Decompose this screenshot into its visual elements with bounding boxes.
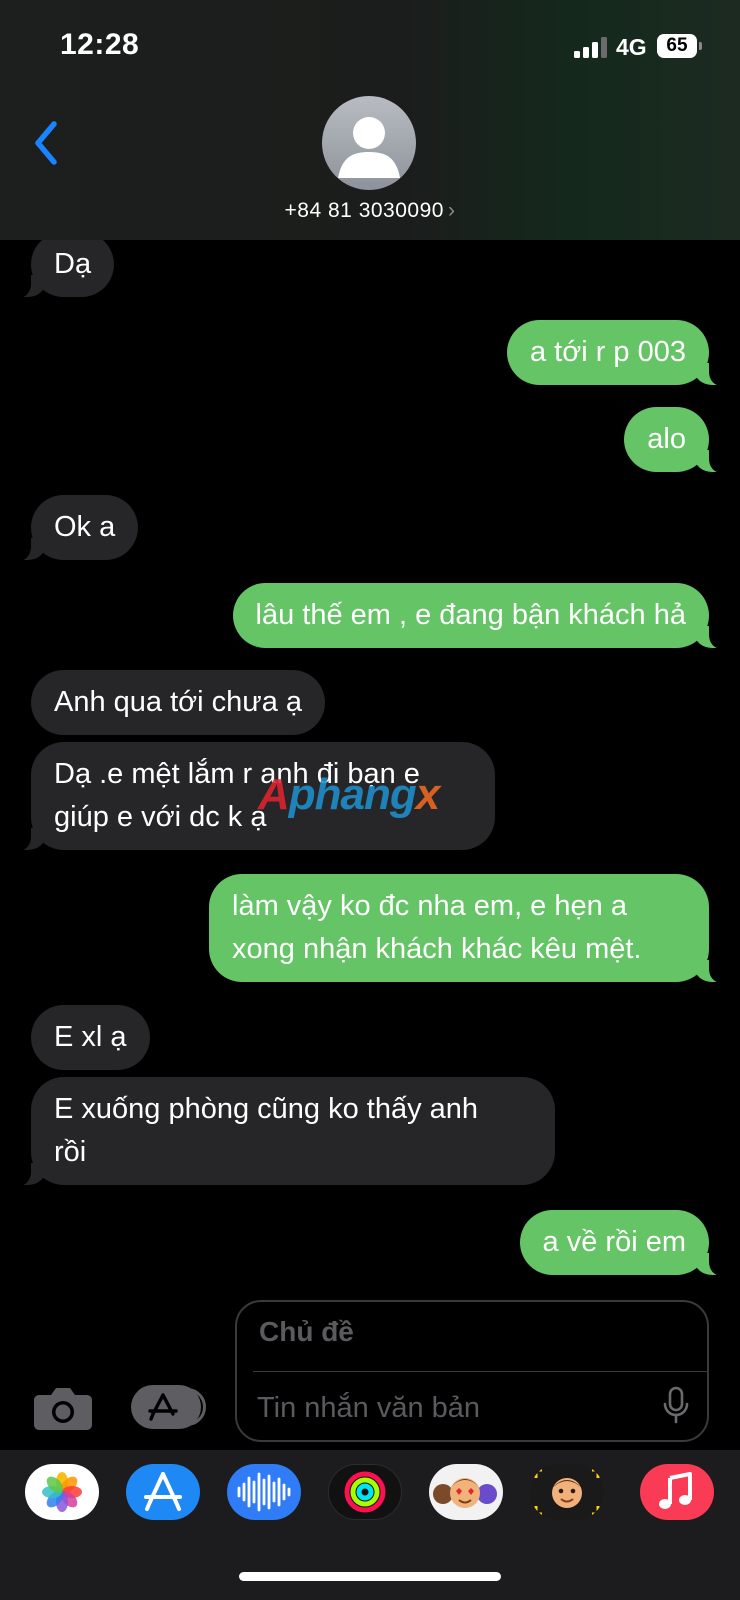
message-text: Anh qua tới chưa ạ	[54, 686, 303, 718]
contact-name-button[interactable]: +84 81 3030090 ›	[0, 199, 740, 223]
message-bubble-incoming[interactable]: Dạ	[12, 240, 115, 298]
message-text: a về rồi em	[542, 1226, 686, 1258]
battery-icon: 65	[657, 34, 702, 58]
message-text: E xl ạ	[54, 1021, 127, 1053]
message-text-line: làm vậy ko đc nha em, e hẹn a	[232, 890, 627, 922]
camera-button[interactable]	[33, 1383, 93, 1431]
memoji-app-button[interactable]	[530, 1464, 604, 1520]
back-button[interactable]	[30, 118, 64, 168]
memoji-stickers-icon	[433, 1478, 497, 1508]
message-bubble-incoming[interactable]: Ok a	[12, 495, 139, 561]
activity-app-button[interactable]	[328, 1464, 402, 1520]
message-text: Dạ	[54, 248, 92, 280]
conversation-header: 12:28 4G 65 +84 81 3030090 ›	[0, 0, 740, 240]
compose-box[interactable]: Chủ đề	[235, 1300, 709, 1442]
home-indicator[interactable]	[239, 1572, 501, 1581]
message-text: lâu thế em , e đang bận khách hả	[255, 599, 686, 631]
music-icon	[659, 1472, 692, 1509]
message-text: Ok a	[54, 511, 116, 543]
audio-message-app-button[interactable]	[227, 1464, 301, 1520]
message-bubble-incoming[interactable]: Anh qua tới chưa ạ	[31, 670, 326, 735]
person-icon	[338, 117, 400, 178]
cellular-signal-icon	[574, 36, 608, 58]
chevron-right-icon: ›	[447, 199, 456, 222]
battery-level: 65	[657, 34, 697, 58]
app-drawer	[0, 1450, 740, 1600]
message-bubble-incoming[interactable]: E xuống phòng cũng ko thấy anh rồi	[13, 1077, 555, 1186]
contact-number: +84 81 3030090	[284, 199, 444, 222]
subject-field[interactable]: Chủ đề	[259, 1316, 354, 1348]
memoji-icon	[534, 1468, 600, 1516]
apps-button[interactable]	[131, 1385, 206, 1429]
status-time: 12:28	[60, 28, 140, 61]
message-input[interactable]	[257, 1386, 637, 1430]
message-bubble-incoming[interactable]: E xl ạ	[31, 1005, 150, 1070]
message-bubble-outgoing[interactable]: a tới r p 003	[506, 320, 728, 386]
compose-divider	[253, 1371, 707, 1372]
activity-rings-icon	[344, 1471, 386, 1513]
photos-app-button[interactable]	[25, 1464, 99, 1520]
app-store-icon	[144, 1472, 182, 1511]
app-store-icon	[148, 1393, 178, 1421]
photos-icon	[42, 1472, 82, 1512]
message-bubble-outgoing[interactable]: a về rồi em	[519, 1210, 728, 1276]
network-type: 4G	[616, 34, 647, 60]
music-app-button[interactable]	[640, 1464, 714, 1520]
message-text: alo	[647, 423, 686, 455]
chevron-left-icon	[35, 121, 57, 165]
message-text-line: E xuống phòng cũng ko thấy anh	[54, 1093, 479, 1125]
message-text-line: xong nhận khách khác kêu mệt.	[232, 933, 642, 965]
message-text-line: rồi	[54, 1136, 87, 1168]
watermark-logo: Aphangx	[258, 770, 440, 819]
message-bubble-outgoing[interactable]: alo	[624, 407, 727, 473]
message-thread[interactable]: Dạ a tới r p 003 alo Ok a lâu thế em , e…	[0, 240, 740, 1290]
app-store-app-button[interactable]	[126, 1464, 200, 1520]
camera-icon	[34, 1388, 92, 1430]
microphone-icon[interactable]	[663, 1386, 689, 1426]
message-bubble-outgoing[interactable]: làm vậy ko đc nha em, e hẹn a xong nhận …	[209, 874, 727, 983]
contact-avatar[interactable]	[322, 96, 416, 190]
audio-waveform-icon	[237, 1472, 291, 1512]
message-bubble-outgoing[interactable]: lâu thế em , e đang bận khách hả	[232, 583, 728, 649]
message-text: a tới r p 003	[529, 336, 686, 368]
memoji-stickers-app-button[interactable]	[429, 1464, 503, 1520]
